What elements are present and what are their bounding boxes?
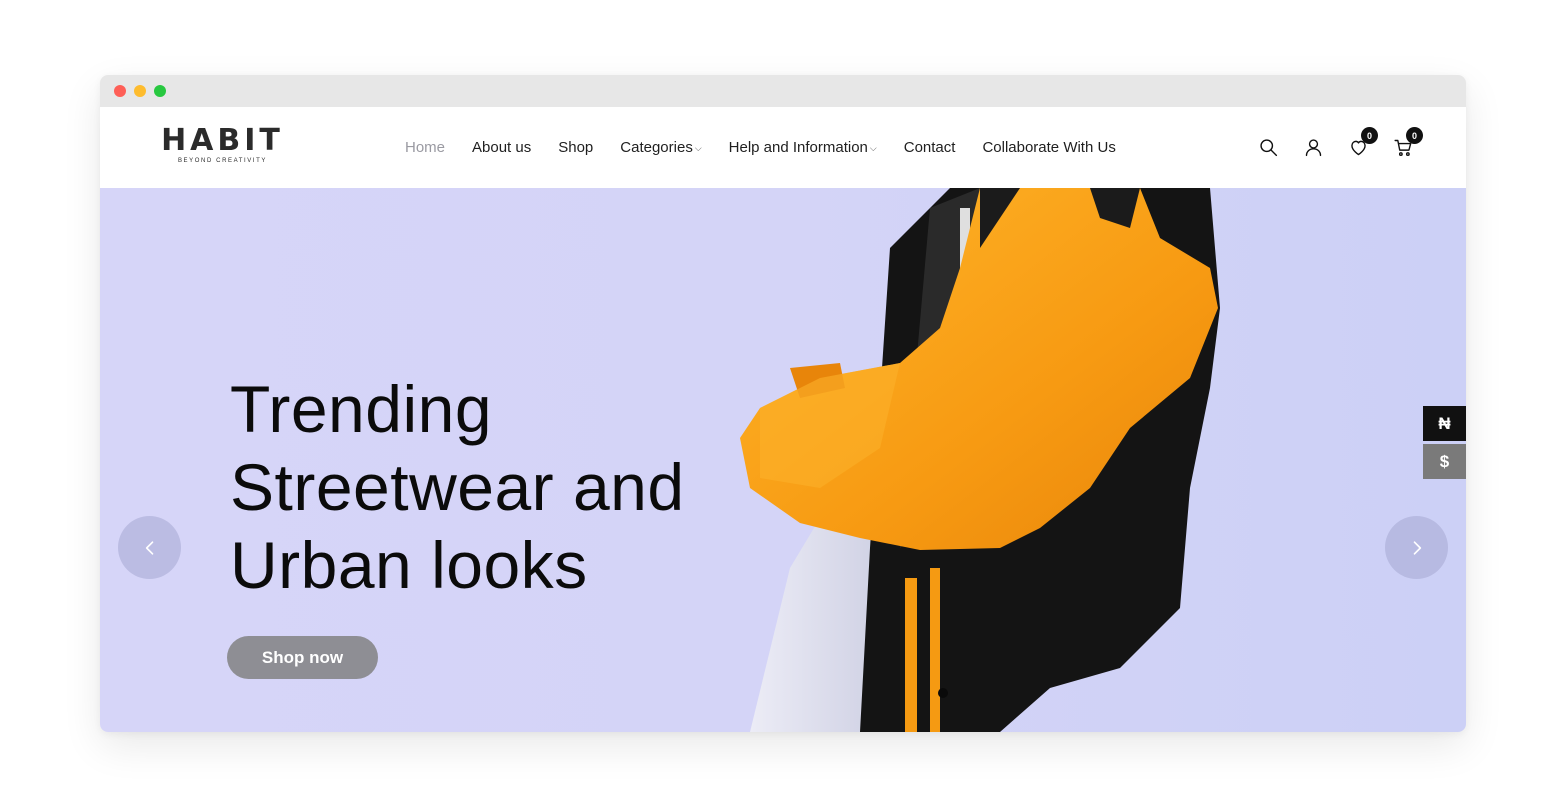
site-header: HABIT BEYOND CREATIVITY Home About us Sh… <box>100 107 1466 188</box>
wishlist-count-badge: 0 <box>1361 127 1378 144</box>
nav-item-categories[interactable]: Categories ⌵ <box>620 139 701 156</box>
currency-usd-button[interactable]: $ <box>1423 444 1466 479</box>
cart-button[interactable]: 0 <box>1393 127 1423 158</box>
chevron-down-icon: ⌵ <box>694 143 702 153</box>
currency-ngn-button[interactable]: ₦ <box>1423 406 1466 441</box>
close-window-dot[interactable] <box>114 85 126 97</box>
nav-item-label: Collaborate With Us <box>982 139 1116 156</box>
hero-title-line-1: Trending <box>230 372 493 446</box>
user-icon <box>1305 139 1322 157</box>
shop-now-button[interactable]: Shop now <box>227 636 378 679</box>
shop-now-label: Shop now <box>261 647 344 667</box>
search-button[interactable] <box>1258 137 1279 158</box>
slider-prev-button[interactable] <box>118 516 181 579</box>
browser-chrome <box>100 75 1466 107</box>
nav-item-shop[interactable]: Shop <box>558 139 593 156</box>
nav-item-help-and-information[interactable]: Help and Information ⌵ <box>729 139 877 156</box>
hero-title-line-3: Urban looks <box>230 528 588 602</box>
browser-window: HABIT BEYOND CREATIVITY Home About us Sh… <box>100 75 1466 732</box>
dollar-symbol: $ <box>1439 451 1450 471</box>
account-button[interactable] <box>1303 137 1324 158</box>
chevron-left-icon <box>145 540 153 555</box>
nav-item-label: Categories <box>620 139 693 156</box>
chevron-right-icon <box>1413 540 1421 555</box>
nav-item-label: Contact <box>903 139 956 156</box>
minimize-window-dot[interactable] <box>134 85 146 97</box>
nav-item-label: Shop <box>558 139 594 156</box>
nav-item-about-us[interactable]: About us <box>472 139 531 156</box>
logo-wordmark: HABIT <box>161 123 284 158</box>
logo-tagline: BEYOND CREATIVITY <box>177 158 268 164</box>
nav-item-contact[interactable]: Contact <box>904 139 956 156</box>
nav-item-collaborate-with-us[interactable]: Collaborate With Us <box>982 139 1115 156</box>
nav-item-home[interactable]: Home <box>405 139 445 156</box>
header-actions: 0 0 <box>1258 107 1423 188</box>
slider-next-button[interactable] <box>1385 516 1448 579</box>
hero-slider: Trending Streetwear and Urban looks Shop… <box>100 188 1466 732</box>
nav-item-label: About us <box>472 139 532 156</box>
chevron-down-icon: ⌵ <box>869 143 877 153</box>
naira-symbol: ₦ <box>1438 413 1451 433</box>
hero-title-line-2: Streetwear and <box>230 450 685 524</box>
hero-title: Trending Streetwear and Urban looks <box>230 370 790 604</box>
wishlist-button[interactable]: 0 <box>1348 127 1378 158</box>
maximize-window-dot[interactable] <box>154 85 166 97</box>
nav-item-label: Home <box>405 139 446 156</box>
site-logo[interactable]: HABIT BEYOND CREATIVITY <box>160 123 285 165</box>
cart-count-badge: 0 <box>1406 127 1423 144</box>
nav-item-label: Help and Information <box>728 139 868 156</box>
main-nav: Home About us Shop Categories ⌵ Help and … <box>405 107 1143 188</box>
search-icon <box>1260 139 1278 157</box>
